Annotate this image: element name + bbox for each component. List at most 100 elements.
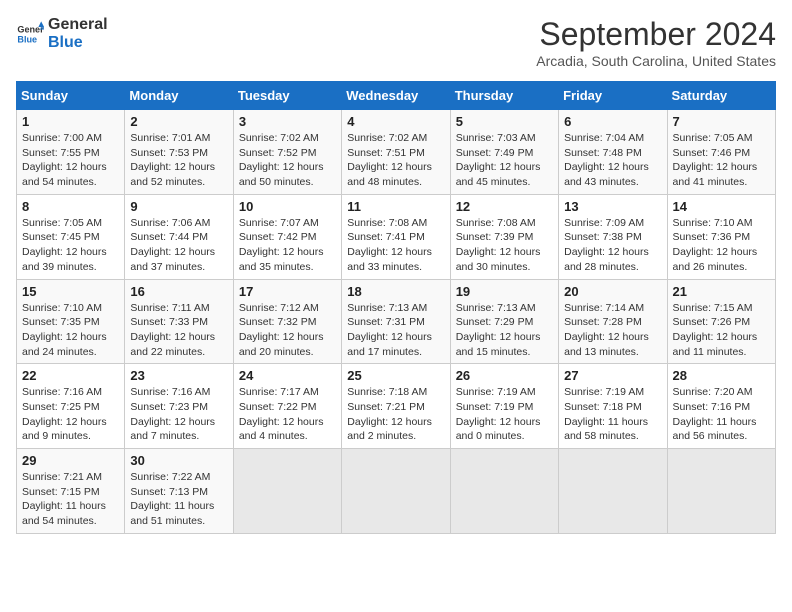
day-number: 20 (564, 284, 661, 299)
day-info: Sunrise: 7:03 AMSunset: 7:49 PMDaylight:… (456, 131, 553, 190)
day-cell: 5 Sunrise: 7:03 AMSunset: 7:49 PMDaylight… (450, 110, 558, 195)
day-number: 14 (673, 199, 770, 214)
day-cell: 21 Sunrise: 7:15 AMSunset: 7:26 PMDayligh… (667, 279, 775, 364)
day-cell: 26 Sunrise: 7:19 AMSunset: 7:19 PMDayligh… (450, 364, 558, 449)
month-title: September 2024 (536, 16, 776, 53)
day-cell: 27 Sunrise: 7:19 AMSunset: 7:18 PMDayligh… (559, 364, 667, 449)
day-info: Sunrise: 7:04 AMSunset: 7:48 PMDaylight:… (564, 131, 661, 190)
day-number: 26 (456, 368, 553, 383)
calendar-table: SundayMondayTuesdayWednesdayThursdayFrid… (16, 81, 776, 534)
day-cell: 14 Sunrise: 7:10 AMSunset: 7:36 PMDayligh… (667, 194, 775, 279)
day-info: Sunrise: 7:01 AMSunset: 7:53 PMDaylight:… (130, 131, 227, 190)
day-number: 7 (673, 114, 770, 129)
day-cell: 1 Sunrise: 7:00 AMSunset: 7:55 PMDaylight… (17, 110, 125, 195)
day-info: Sunrise: 7:09 AMSunset: 7:38 PMDaylight:… (564, 216, 661, 275)
day-info: Sunrise: 7:17 AMSunset: 7:22 PMDaylight:… (239, 385, 336, 444)
day-info: Sunrise: 7:10 AMSunset: 7:35 PMDaylight:… (22, 301, 119, 360)
day-cell: 7 Sunrise: 7:05 AMSunset: 7:46 PMDaylight… (667, 110, 775, 195)
day-number: 24 (239, 368, 336, 383)
col-header-tuesday: Tuesday (233, 82, 341, 110)
day-cell: 9 Sunrise: 7:06 AMSunset: 7:44 PMDaylight… (125, 194, 233, 279)
week-row-2: 8 Sunrise: 7:05 AMSunset: 7:45 PMDaylight… (17, 194, 776, 279)
day-cell: 16 Sunrise: 7:11 AMSunset: 7:33 PMDayligh… (125, 279, 233, 364)
day-cell (233, 449, 341, 534)
day-cell: 17 Sunrise: 7:12 AMSunset: 7:32 PMDayligh… (233, 279, 341, 364)
day-number: 9 (130, 199, 227, 214)
day-info: Sunrise: 7:12 AMSunset: 7:32 PMDaylight:… (239, 301, 336, 360)
week-row-3: 15 Sunrise: 7:10 AMSunset: 7:35 PMDayligh… (17, 279, 776, 364)
day-number: 13 (564, 199, 661, 214)
day-cell: 4 Sunrise: 7:02 AMSunset: 7:51 PMDaylight… (342, 110, 450, 195)
svg-text:Blue: Blue (17, 34, 37, 44)
day-info: Sunrise: 7:00 AMSunset: 7:55 PMDaylight:… (22, 131, 119, 190)
col-header-friday: Friday (559, 82, 667, 110)
day-cell: 15 Sunrise: 7:10 AMSunset: 7:35 PMDayligh… (17, 279, 125, 364)
day-cell: 3Sunrise: 7:02 AMSunset: 7:52 PMDaylight… (233, 110, 341, 195)
day-info: Sunrise: 7:13 AMSunset: 7:31 PMDaylight:… (347, 301, 444, 360)
logo-line1: General (48, 16, 108, 34)
day-number: 25 (347, 368, 444, 383)
day-cell: 12 Sunrise: 7:08 AMSunset: 7:39 PMDayligh… (450, 194, 558, 279)
day-number: 18 (347, 284, 444, 299)
day-number: 6 (564, 114, 661, 129)
day-cell: 20Sunrise: 7:14 AMSunset: 7:28 PMDayligh… (559, 279, 667, 364)
day-number: 15 (22, 284, 119, 299)
day-number: 8 (22, 199, 119, 214)
day-number: 29 (22, 453, 119, 468)
day-info: Sunrise: 7:07 AMSunset: 7:42 PMDaylight:… (239, 216, 336, 275)
day-number: 12 (456, 199, 553, 214)
day-cell: 2Sunrise: 7:01 AMSunset: 7:53 PMDaylight… (125, 110, 233, 195)
col-header-wednesday: Wednesday (342, 82, 450, 110)
day-info: Sunrise: 7:05 AMSunset: 7:45 PMDaylight:… (22, 216, 119, 275)
day-number: 19 (456, 284, 553, 299)
day-info: Sunrise: 7:22 AMSunset: 7:13 PMDaylight:… (130, 470, 227, 529)
col-header-monday: Monday (125, 82, 233, 110)
day-number: 16 (130, 284, 227, 299)
day-cell: 10 Sunrise: 7:07 AMSunset: 7:42 PMDayligh… (233, 194, 341, 279)
day-info: Sunrise: 7:06 AMSunset: 7:44 PMDaylight:… (130, 216, 227, 275)
col-header-thursday: Thursday (450, 82, 558, 110)
col-header-sunday: Sunday (17, 82, 125, 110)
day-cell (667, 449, 775, 534)
day-info: Sunrise: 7:08 AMSunset: 7:41 PMDaylight:… (347, 216, 444, 275)
day-info: Sunrise: 7:19 AMSunset: 7:18 PMDaylight:… (564, 385, 661, 444)
day-info: Sunrise: 7:02 AMSunset: 7:52 PMDaylight:… (239, 131, 336, 190)
calendar-header-row: SundayMondayTuesdayWednesdayThursdayFrid… (17, 82, 776, 110)
day-info: Sunrise: 7:08 AMSunset: 7:39 PMDaylight:… (456, 216, 553, 275)
logo: General Blue General Blue (16, 16, 108, 51)
col-header-saturday: Saturday (667, 82, 775, 110)
day-number: 21 (673, 284, 770, 299)
day-info: Sunrise: 7:13 AMSunset: 7:29 PMDaylight:… (456, 301, 553, 360)
day-number: 11 (347, 199, 444, 214)
title-area: September 2024 Arcadia, South Carolina, … (536, 16, 776, 69)
day-cell: 24 Sunrise: 7:17 AMSunset: 7:22 PMDayligh… (233, 364, 341, 449)
day-info: Sunrise: 7:19 AMSunset: 7:19 PMDaylight:… (456, 385, 553, 444)
day-number: 23 (130, 368, 227, 383)
day-info: Sunrise: 7:15 AMSunset: 7:26 PMDaylight:… (673, 301, 770, 360)
day-number: 10 (239, 199, 336, 214)
day-info: Sunrise: 7:05 AMSunset: 7:46 PMDaylight:… (673, 131, 770, 190)
day-number: 5 (456, 114, 553, 129)
week-row-1: 1 Sunrise: 7:00 AMSunset: 7:55 PMDaylight… (17, 110, 776, 195)
day-cell: 18 Sunrise: 7:13 AMSunset: 7:31 PMDayligh… (342, 279, 450, 364)
day-info: Sunrise: 7:16 AMSunset: 7:23 PMDaylight:… (130, 385, 227, 444)
week-row-4: 22Sunrise: 7:16 AMSunset: 7:25 PMDayligh… (17, 364, 776, 449)
day-info: Sunrise: 7:11 AMSunset: 7:33 PMDaylight:… (130, 301, 227, 360)
day-cell: 25Sunrise: 7:18 AMSunset: 7:21 PMDayligh… (342, 364, 450, 449)
day-info: Sunrise: 7:02 AMSunset: 7:51 PMDaylight:… (347, 131, 444, 190)
day-number: 17 (239, 284, 336, 299)
day-info: Sunrise: 7:20 AMSunset: 7:16 PMDaylight:… (673, 385, 770, 444)
day-number: 1 (22, 114, 119, 129)
day-number: 4 (347, 114, 444, 129)
day-number: 22 (22, 368, 119, 383)
day-number: 30 (130, 453, 227, 468)
day-info: Sunrise: 7:10 AMSunset: 7:36 PMDaylight:… (673, 216, 770, 275)
logo-line2: Blue (48, 34, 108, 52)
day-cell (342, 449, 450, 534)
day-cell: 6 Sunrise: 7:04 AMSunset: 7:48 PMDaylight… (559, 110, 667, 195)
day-cell: 19 Sunrise: 7:13 AMSunset: 7:29 PMDayligh… (450, 279, 558, 364)
location-subtitle: Arcadia, South Carolina, United States (536, 53, 776, 69)
day-number: 27 (564, 368, 661, 383)
day-cell: 28Sunrise: 7:20 AMSunset: 7:16 PMDayligh… (667, 364, 775, 449)
day-cell: 30 Sunrise: 7:22 AMSunset: 7:13 PMDayligh… (125, 449, 233, 534)
